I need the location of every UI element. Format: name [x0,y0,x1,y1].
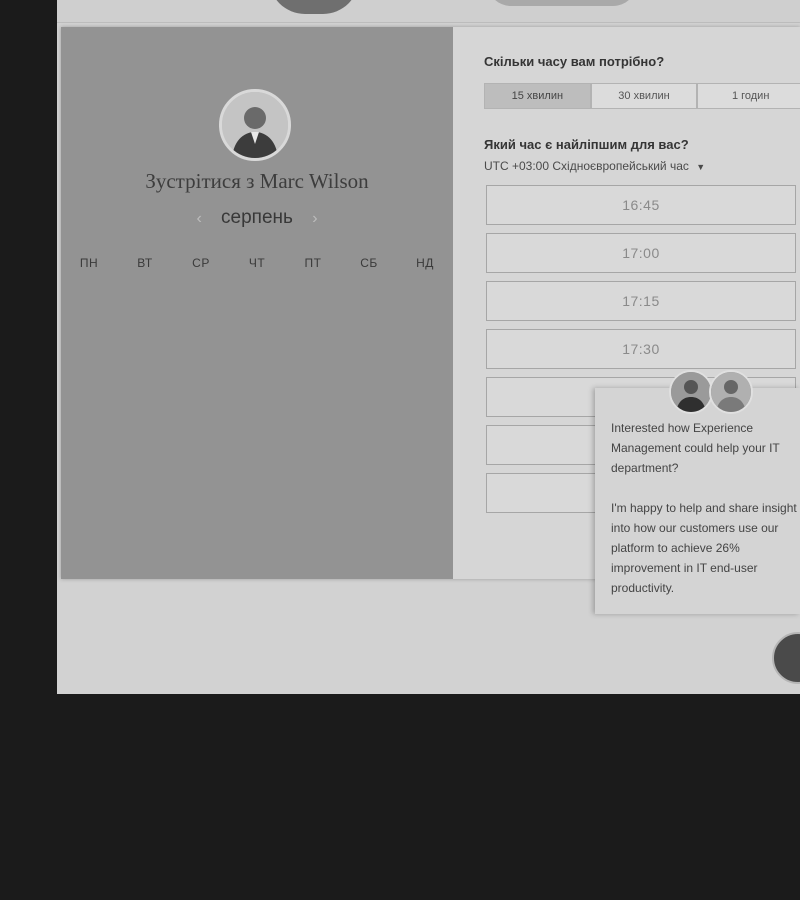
timezone-select[interactable]: UTC +03:00 Східноєвропейський час ▼ [484,159,705,173]
duration-selector: 15 хвилин 30 хвилин 1 годин [484,83,800,109]
brand-logo [487,0,637,6]
weekday-label: ПТ [304,256,322,270]
time-slot[interactable]: 17:15 [486,281,796,321]
weekday-label: ВТ [137,256,153,270]
prev-month-icon[interactable]: ‹ [182,210,215,227]
duration-30-button[interactable]: 30 хвилин [590,83,698,109]
chat-agents [669,370,761,416]
next-month-icon[interactable]: › [298,210,331,227]
chat-message-popup[interactable]: Interested how Experience Management cou… [595,388,800,614]
time-slot[interactable]: 16:45 [486,185,796,225]
weekday-label: ПН [79,256,99,270]
chevron-down-icon: ▼ [696,162,706,172]
agent-avatar [709,370,753,414]
time-question: Який час є найліпшим для вас? [484,137,689,152]
month-label: серпень [221,207,293,228]
weekday-label: НД [416,256,434,270]
weekday-label: СР [192,256,210,270]
weekday-header: ПН ВТ СР ЧТ ПТ СБ НД [61,256,453,270]
chat-message: Interested how Experience Management cou… [611,421,780,475]
time-slot[interactable]: 17:00 [486,233,796,273]
calendar-panel: Зустрітися з Marc Wilson ‹ серпень › ПН … [61,27,453,579]
weekday-label: СБ [360,256,378,270]
chat-message: I'm happy to help and share insight into… [611,501,797,595]
agent-avatar [669,370,713,414]
duration-60-button[interactable]: 1 годин [697,83,800,109]
weekday-label: ЧТ [248,256,266,270]
duration-15-button[interactable]: 15 хвилин [484,83,591,109]
host-avatar [219,89,291,161]
meeting-title: Зустрітися з Marc Wilson [145,169,369,193]
time-slot[interactable]: 17:30 [486,329,796,369]
month-navigator: ‹ серпень › [61,207,453,229]
timezone-label: UTC +03:00 Східноєвропейський час [484,159,689,173]
header-strip [57,0,800,23]
logo-icon [269,0,359,14]
duration-question: Скільки часу вам потрібно? [484,54,665,69]
